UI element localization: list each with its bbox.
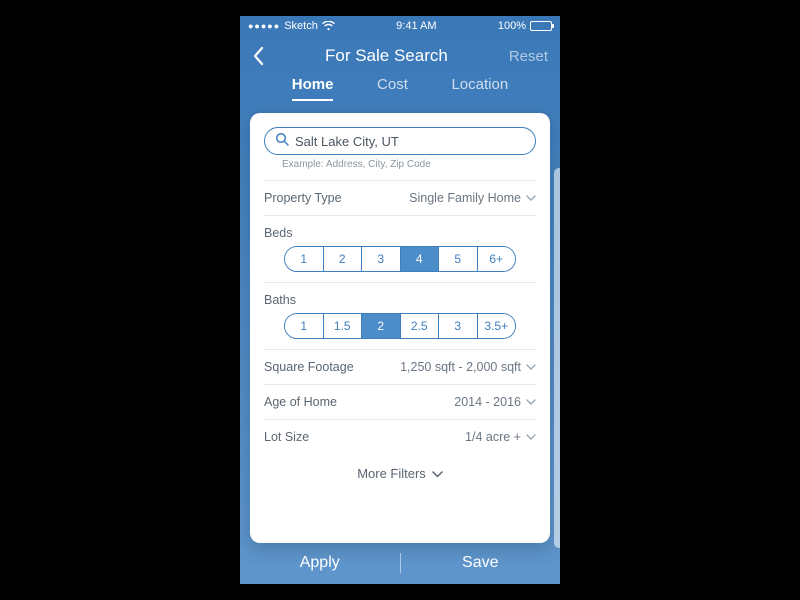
page-title: For Sale Search [325,46,448,66]
chevron-down-icon [526,364,536,370]
age-row[interactable]: Age of Home 2014 - 2016 [264,384,536,419]
baths-label: Baths [264,282,536,307]
back-icon[interactable] [252,46,264,66]
filter-card: Example: Address, City, Zip Code Propert… [250,113,550,543]
property-type-label: Property Type [264,191,342,205]
lot-row[interactable]: Lot Size 1/4 acre + [264,419,536,454]
signal-dots-icon: ●●●●● [248,21,280,31]
chevron-down-icon [526,195,536,201]
tabs: Home Cost Location [240,76,560,113]
phone-screen: ●●●●● Sketch 9:41 AM 100% For Sale Searc… [240,16,560,584]
beds-segment: 123456+ [284,246,516,272]
more-filters-label: More Filters [357,466,426,481]
search-input[interactable] [295,134,525,149]
baths-option[interactable]: 3 [438,314,477,338]
search-icon [275,132,289,151]
beds-option[interactable]: 5 [438,247,477,271]
tab-home[interactable]: Home [292,76,334,101]
beds-option[interactable]: 2 [323,247,362,271]
tab-location[interactable]: Location [451,76,508,101]
status-bar: ●●●●● Sketch 9:41 AM 100% [240,16,560,36]
beds-option[interactable]: 6+ [477,247,516,271]
property-type-row[interactable]: Property Type Single Family Home [264,180,536,215]
baths-option[interactable]: 2 [361,314,400,338]
carrier-label: Sketch [284,20,318,32]
chevron-down-icon [526,434,536,440]
lot-value: 1/4 acre + [465,430,521,444]
more-filters-button[interactable]: More Filters [264,454,536,481]
apply-button[interactable]: Apply [240,554,400,572]
baths-option[interactable]: 2.5 [400,314,439,338]
save-button[interactable]: Save [401,554,561,572]
wifi-icon [322,21,335,31]
search-hint: Example: Address, City, Zip Code [282,159,536,170]
sqft-label: Square Footage [264,360,354,374]
chevron-down-icon [432,466,443,481]
lot-label: Lot Size [264,430,309,444]
baths-segment: 11.522.533.5+ [284,313,516,339]
beds-label: Beds [264,215,536,240]
baths-option[interactable]: 1.5 [323,314,362,338]
battery-percent: 100% [498,20,526,32]
search-field[interactable] [264,127,536,155]
age-value: 2014 - 2016 [454,395,521,409]
chevron-down-icon [526,399,536,405]
beds-option[interactable]: 3 [361,247,400,271]
baths-option[interactable]: 3.5+ [477,314,516,338]
sqft-row[interactable]: Square Footage 1,250 sqft - 2,000 sqft [264,349,536,384]
property-type-value: Single Family Home [409,191,521,205]
sqft-value: 1,250 sqft - 2,000 sqft [400,360,521,374]
beds-option[interactable]: 4 [400,247,439,271]
next-card-peek [554,168,560,548]
age-label: Age of Home [264,395,337,409]
clock: 9:41 AM [396,20,436,32]
beds-option[interactable]: 1 [285,247,323,271]
tab-cost[interactable]: Cost [377,76,408,101]
reset-button[interactable]: Reset [509,48,548,65]
bottom-bar: Apply Save [240,542,560,584]
battery-icon [530,21,552,31]
nav-bar: For Sale Search Reset [240,36,560,76]
baths-option[interactable]: 1 [285,314,323,338]
